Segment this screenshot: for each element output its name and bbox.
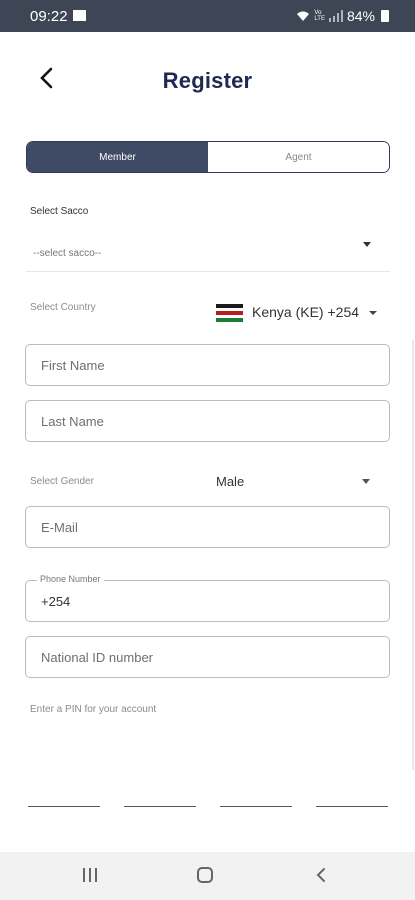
status-bar: 09:22 Vo LTE 84% bbox=[0, 0, 415, 32]
volte-icon: Vo LTE bbox=[314, 10, 325, 22]
pin-digit-1[interactable] bbox=[28, 806, 100, 807]
gender-dropdown-icon[interactable] bbox=[362, 479, 370, 484]
status-time: 09:22 bbox=[30, 8, 68, 25]
account-type-toggle: Member Agent bbox=[26, 141, 390, 173]
nav-back-icon[interactable] bbox=[314, 867, 328, 883]
battery-icon bbox=[381, 10, 389, 22]
pin-digit-3[interactable] bbox=[220, 806, 292, 807]
pin-label: Enter a PIN for your account bbox=[30, 704, 157, 715]
first-name-field[interactable]: First Name bbox=[25, 344, 390, 386]
wifi-icon bbox=[297, 11, 310, 21]
phone-floating-label: Phone Number bbox=[37, 574, 104, 584]
last-name-placeholder: Last Name bbox=[41, 414, 104, 429]
national-id-field[interactable]: National ID number bbox=[25, 636, 390, 678]
signal-icon bbox=[328, 10, 343, 22]
sacco-dropdown-icon[interactable] bbox=[363, 242, 371, 247]
sacco-label: Select Sacco bbox=[30, 206, 89, 217]
email-field[interactable]: E-Mail bbox=[25, 506, 390, 548]
home-icon[interactable] bbox=[197, 867, 213, 883]
recent-apps-icon[interactable] bbox=[82, 868, 98, 882]
app-header: Register bbox=[0, 32, 415, 122]
sacco-underline bbox=[26, 271, 390, 272]
status-icons: Vo LTE 84% bbox=[296, 8, 389, 24]
kenya-flag-icon[interactable] bbox=[216, 304, 243, 322]
country-picker[interactable]: Kenya (KE) +254 bbox=[252, 304, 359, 320]
scrollbar[interactable] bbox=[412, 340, 414, 770]
tab-agent[interactable]: Agent bbox=[208, 142, 389, 172]
country-label: Select Country bbox=[30, 302, 96, 313]
email-placeholder: E-Mail bbox=[41, 520, 78, 535]
country-dropdown-icon[interactable] bbox=[369, 311, 377, 315]
page-title: Register bbox=[162, 68, 253, 93]
gender-label: Select Gender bbox=[30, 476, 94, 487]
phone-value: +254 bbox=[41, 594, 71, 609]
last-name-field[interactable]: Last Name bbox=[25, 400, 390, 442]
national-id-placeholder: National ID number bbox=[41, 650, 153, 665]
battery-percent: 84% bbox=[346, 8, 375, 24]
sacco-select[interactable]: --select sacco-- bbox=[33, 248, 101, 259]
pin-digit-2[interactable] bbox=[124, 806, 196, 807]
pin-digit-4[interactable] bbox=[316, 806, 388, 807]
phone-field[interactable]: Phone Number +254 bbox=[25, 574, 390, 622]
gallery-notification-icon bbox=[73, 10, 86, 21]
first-name-placeholder: First Name bbox=[41, 358, 105, 373]
gender-select[interactable]: Male bbox=[216, 474, 244, 489]
tab-member[interactable]: Member bbox=[27, 142, 208, 172]
